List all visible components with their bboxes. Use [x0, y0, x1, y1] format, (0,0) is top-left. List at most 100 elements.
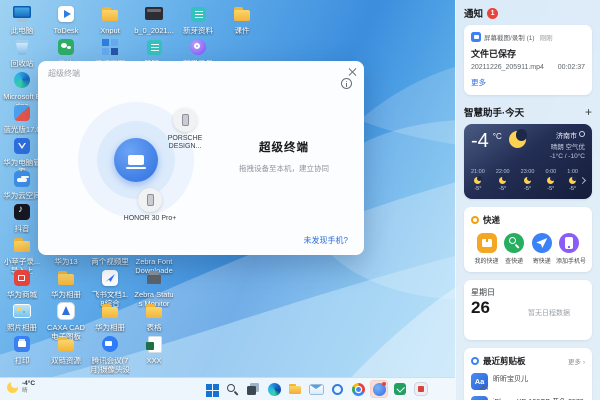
desktop-icon-video[interactable]: b_0_2021... — [134, 3, 174, 36]
info-icon[interactable] — [341, 78, 352, 89]
desktop-icon-bluray[interactable]: 蓝光版17.0 — [2, 102, 42, 135]
taskbar-hisuite-button[interactable] — [328, 380, 346, 398]
add-widget-icon[interactable]: + — [585, 106, 592, 118]
taskbar-icons — [202, 380, 430, 398]
douyin-icon — [11, 201, 33, 223]
weather-hour: 21:00 -5° — [471, 169, 485, 192]
device-name: PORSCHE DESIGN... — [153, 135, 217, 152]
bird-icon — [99, 267, 121, 289]
desktop-icon-label: 华为13 — [46, 258, 86, 267]
taskbar-weather-temp: -4°C — [22, 380, 35, 388]
taskbar-wps-button[interactable] — [391, 380, 409, 398]
notes-icon — [187, 3, 209, 25]
desktop-icon-todesk[interactable]: ToDesk — [46, 3, 86, 36]
printer-icon — [11, 333, 33, 355]
desktop-icon-meeting[interactable]: 腾讯会议(7月)摄像头设K... — [90, 333, 130, 375]
taskbar-taskview-button[interactable] — [244, 380, 262, 398]
clipboard-item[interactable]: AaiPhone XR 128GB 黄色 357397098699647 iPh… — [471, 396, 585, 400]
phone-icon — [182, 114, 189, 126]
location-icon — [579, 131, 585, 137]
desktop-icon-excel[interactable]: XXX — [134, 333, 174, 366]
folder-icon — [99, 3, 121, 25]
taskbar-edge-button[interactable] — [265, 380, 283, 398]
desktop-icon-folder[interactable]: 课件 — [222, 3, 262, 36]
laptop-icon — [128, 155, 144, 165]
weather-condition: 晴朗 空气优 — [550, 143, 585, 153]
calendar-card[interactable]: 星期日 26 暂无日程数据 — [464, 280, 592, 340]
phone-device-circle — [173, 108, 197, 132]
hour-temp: -5° — [474, 186, 481, 192]
clipboard-icon — [471, 357, 479, 365]
taskbar-superdevice-button[interactable] — [370, 380, 388, 398]
folder-icon — [99, 300, 121, 322]
desktop-icon-folder[interactable]: 表格 — [134, 300, 174, 333]
moon-icon — [569, 177, 576, 184]
express-service-box[interactable]: 我的快递 — [473, 233, 500, 265]
weather-unit: °C — [493, 132, 502, 141]
express-service-search[interactable]: 查快递 — [501, 233, 528, 265]
desktop-icon-douyin[interactable]: 抖音 — [2, 201, 42, 234]
desktop-icon-folder[interactable]: 华为相册 — [90, 300, 130, 333]
chevron-right-icon[interactable] — [579, 177, 586, 184]
taskbar-search-button[interactable] — [223, 380, 241, 398]
hour-temp: -5° — [524, 186, 531, 192]
desktop-icon-folder[interactable]: 双链资源 — [46, 333, 86, 366]
assistant-header: 智慧助手·今天 + — [464, 105, 592, 119]
alipan-icon — [187, 36, 209, 58]
excel-icon — [143, 333, 165, 355]
hour-time: 1:00 — [567, 169, 578, 175]
desktop-icon-monitor[interactable]: 此电脑 — [2, 3, 42, 36]
wechat-icon — [55, 36, 77, 58]
express-service-send[interactable]: 寄快递 — [528, 233, 555, 265]
desktop-icon-cloud[interactable]: 华为云空间 — [2, 168, 42, 201]
start-icon — [204, 382, 218, 396]
recycle-icon — [11, 36, 33, 58]
dialog-heading: 超级终端 — [214, 139, 354, 155]
device-porsche-design[interactable]: PORSCHE DESIGN... — [153, 108, 217, 152]
folder-icon — [11, 234, 33, 256]
taskbar-chrome-button[interactable] — [349, 380, 367, 398]
taskbar-start-button[interactable] — [202, 380, 220, 398]
notification-card[interactable]: 屏幕截图/录制 (1) 刚刚 文件已保存 20211226_205911.mp4… — [464, 25, 592, 95]
desktop-icon-notes[interactable]: 新芽资料 — [178, 3, 218, 36]
desktop-icon-label: 抖音 — [2, 225, 42, 234]
clipboard-item[interactable]: Aa昕昕宝贝儿 — [471, 373, 585, 390]
moon-icon — [474, 177, 481, 184]
phone-not-found-link[interactable]: 未发现手机? — [304, 235, 348, 246]
weather-hour: 23:00-5° — [521, 169, 535, 192]
hour-temp: -5° — [547, 186, 554, 192]
weather-hour: 22:00-5° — [496, 169, 510, 192]
desktop-icon-label: 蓝光版17.0 — [2, 126, 42, 135]
desktop-icon-folder[interactable]: 华为相册 — [46, 267, 86, 300]
wps-icon — [393, 382, 407, 396]
clipboard-more-link[interactable]: 更多 › — [568, 356, 585, 366]
local-pc-node[interactable] — [114, 138, 158, 182]
express-title: 快递 — [483, 214, 585, 226]
desktop-icon-label: 华为相册 — [46, 291, 86, 300]
zebraprinter-icon — [143, 267, 165, 289]
desktop-icon-photos[interactable]: 照片相册 — [2, 300, 42, 333]
taskbar-misc-button[interactable] — [412, 380, 430, 398]
desktop-icon-printer[interactable]: 打印 — [2, 333, 42, 366]
clipboard-item-text: iPhone XR 128GB 黄色 357397098699647 iPho.… — [493, 396, 585, 400]
taskbar-mail-button[interactable] — [307, 380, 325, 398]
taskbar-explorer-button[interactable] — [286, 380, 304, 398]
device-name: HONOR 30 Pro+ — [118, 215, 182, 223]
superdevice-icon — [372, 382, 386, 396]
taskbar-weather-widget[interactable]: -4°C 晴 — [7, 380, 35, 394]
notification-more-link[interactable]: 更多 — [471, 77, 585, 88]
desktop-icon-label: 回收站 — [2, 60, 42, 69]
phone-icon — [147, 194, 154, 206]
edge-icon — [267, 382, 281, 396]
desktop-icon-recycle[interactable]: 回收站 — [2, 36, 42, 69]
hour-time: 21:00 — [471, 169, 485, 175]
desktop-icon-label: 照片相册 — [2, 324, 42, 333]
device-honor-30-pro[interactable]: HONOR 30 Pro+ — [118, 188, 182, 223]
hisuite-icon — [330, 382, 344, 396]
desktop-icon-folder[interactable]: Xnput — [90, 3, 130, 36]
weather-card[interactable]: -4 °C 济南市 晴朗 空气优 -1°C / -10°C 21:00-5°22… — [464, 124, 592, 199]
express-service-phone[interactable]: 添加手机号 — [556, 233, 583, 265]
close-icon[interactable] — [347, 67, 357, 77]
weather-range: -1°C / -10°C — [550, 152, 585, 162]
desktop-icon-redstore[interactable]: 华为商城 — [2, 267, 42, 300]
